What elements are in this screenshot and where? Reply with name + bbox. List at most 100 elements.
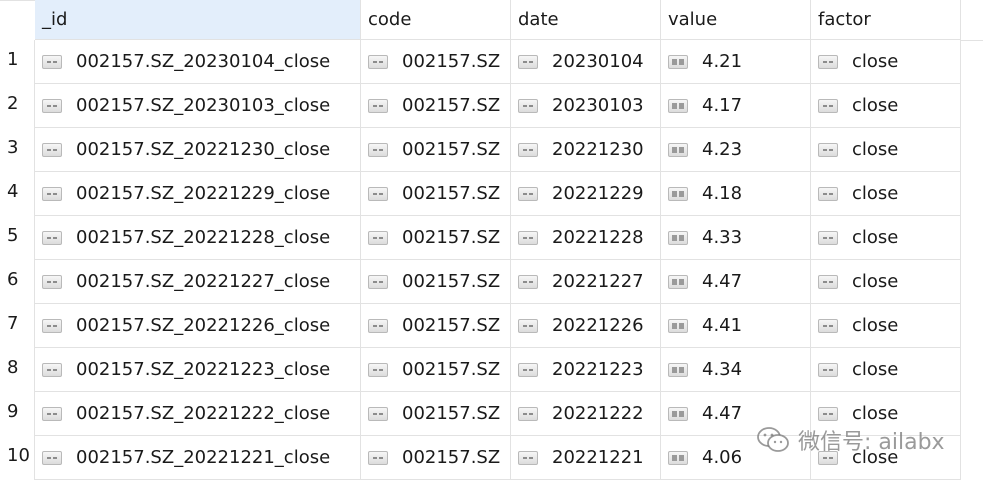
- cell-factor[interactable]: close: [811, 304, 961, 348]
- cell-text: 20221221: [552, 447, 644, 468]
- string-field-icon: [518, 362, 538, 377]
- cell-code[interactable]: 002157.SZ: [361, 260, 511, 304]
- cell-date[interactable]: 20221227: [511, 260, 661, 304]
- cell-value[interactable]: 4.23: [661, 128, 811, 172]
- row-number[interactable]: 10: [0, 436, 35, 480]
- cell-code[interactable]: 002157.SZ: [361, 84, 511, 128]
- cell-text: 20230104: [552, 51, 644, 72]
- cell-text: 002157.SZ_20221227_close: [76, 271, 331, 292]
- cell-code[interactable]: 002157.SZ: [361, 128, 511, 172]
- string-field-icon: [818, 54, 838, 69]
- row-number[interactable]: 7: [0, 304, 35, 348]
- cell-date[interactable]: 20221221: [511, 436, 661, 480]
- cell-text: 002157.SZ_20221223_close: [76, 359, 331, 380]
- cell-value[interactable]: 4.47: [661, 260, 811, 304]
- column-header-date[interactable]: date: [511, 0, 661, 40]
- cell-text: 002157.SZ: [402, 403, 501, 424]
- cell-text: close: [852, 271, 899, 292]
- cell-code[interactable]: 002157.SZ: [361, 304, 511, 348]
- cell-code[interactable]: 002157.SZ: [361, 216, 511, 260]
- cell-value[interactable]: 4.18: [661, 172, 811, 216]
- cell-id[interactable]: 002157.SZ_20221229_close: [35, 172, 361, 216]
- cell-text: 4.17: [702, 95, 743, 116]
- cell-text: 4.47: [702, 403, 743, 424]
- cell-date[interactable]: 20221226: [511, 304, 661, 348]
- row-number[interactable]: 1: [0, 40, 35, 84]
- cell-factor[interactable]: close: [811, 84, 961, 128]
- cell-date[interactable]: 20230104: [511, 40, 661, 84]
- cell-value[interactable]: 4.17: [661, 84, 811, 128]
- vertical-scrollbar[interactable]: [960, 0, 983, 41]
- string-field-icon: [818, 274, 838, 289]
- cell-id[interactable]: 002157.SZ_20221228_close: [35, 216, 361, 260]
- string-field-icon: [42, 362, 62, 377]
- string-field-icon: [368, 98, 388, 113]
- cell-date[interactable]: 20230103: [511, 84, 661, 128]
- cell-id[interactable]: 002157.SZ_20221226_close: [35, 304, 361, 348]
- cell-code[interactable]: 002157.SZ: [361, 348, 511, 392]
- cell-text: close: [852, 227, 899, 248]
- cell-id[interactable]: 002157.SZ_20221223_close: [35, 348, 361, 392]
- cell-text: 20221228: [552, 227, 644, 248]
- number-field-icon: [668, 54, 688, 69]
- cell-factor[interactable]: close: [811, 40, 961, 84]
- cell-id[interactable]: 002157.SZ_20230103_close: [35, 84, 361, 128]
- string-field-icon: [368, 186, 388, 201]
- cell-id[interactable]: 002157.SZ_20221222_close: [35, 392, 361, 436]
- string-field-icon: [368, 406, 388, 421]
- cell-value[interactable]: 4.33: [661, 216, 811, 260]
- cell-text: 002157.SZ: [402, 139, 501, 160]
- cell-code[interactable]: 002157.SZ: [361, 392, 511, 436]
- row-number[interactable]: 3: [0, 128, 35, 172]
- cell-text: 002157.SZ: [402, 447, 501, 468]
- row-number[interactable]: 4: [0, 172, 35, 216]
- cell-text: 002157.SZ: [402, 271, 501, 292]
- cell-text: 4.41: [702, 315, 743, 336]
- column-header-factor[interactable]: factor: [811, 0, 961, 40]
- cell-factor[interactable]: close: [811, 348, 961, 392]
- cell-id[interactable]: 002157.SZ_20221230_close: [35, 128, 361, 172]
- cell-date[interactable]: 20221228: [511, 216, 661, 260]
- cell-factor[interactable]: close: [811, 172, 961, 216]
- string-field-icon: [42, 98, 62, 113]
- string-field-icon: [368, 318, 388, 333]
- column-header-label: date: [518, 9, 559, 30]
- watermark: 微信号: ailabx: [756, 424, 945, 456]
- cell-factor[interactable]: close: [811, 260, 961, 304]
- cell-code[interactable]: 002157.SZ: [361, 436, 511, 480]
- cell-id[interactable]: 002157.SZ_20221227_close: [35, 260, 361, 304]
- row-number[interactable]: 5: [0, 216, 35, 260]
- row-number[interactable]: 9: [0, 392, 35, 436]
- cell-code[interactable]: 002157.SZ: [361, 172, 511, 216]
- cell-text: 002157.SZ_20221226_close: [76, 315, 331, 336]
- data-grid: _id code date value factor 1 002157.SZ_2…: [0, 0, 983, 482]
- cell-text: close: [852, 139, 899, 160]
- column-header-value[interactable]: value: [661, 0, 811, 40]
- string-field-icon: [42, 142, 62, 157]
- cell-id[interactable]: 002157.SZ_20230104_close: [35, 40, 361, 84]
- column-header-id[interactable]: _id: [35, 0, 361, 40]
- cell-text: 002157.SZ_20221222_close: [76, 403, 331, 424]
- cell-date[interactable]: 20221229: [511, 172, 661, 216]
- cell-factor[interactable]: close: [811, 216, 961, 260]
- cell-code[interactable]: 002157.SZ: [361, 40, 511, 84]
- cell-factor[interactable]: close: [811, 128, 961, 172]
- cell-date[interactable]: 20221223: [511, 348, 661, 392]
- cell-value[interactable]: 4.21: [661, 40, 811, 84]
- number-field-icon: [668, 450, 688, 465]
- row-number[interactable]: 6: [0, 260, 35, 304]
- cell-value[interactable]: 4.41: [661, 304, 811, 348]
- cell-date[interactable]: 20221230: [511, 128, 661, 172]
- string-field-icon: [518, 406, 538, 421]
- cell-id[interactable]: 002157.SZ_20221221_close: [35, 436, 361, 480]
- row-number[interactable]: 8: [0, 348, 35, 392]
- cell-text: 4.21: [702, 51, 743, 72]
- cell-text: 4.23: [702, 139, 743, 160]
- row-number[interactable]: 2: [0, 84, 35, 128]
- number-field-icon: [668, 142, 688, 157]
- string-field-icon: [818, 186, 838, 201]
- column-header-code[interactable]: code: [361, 0, 511, 40]
- cell-value[interactable]: 4.34: [661, 348, 811, 392]
- cell-date[interactable]: 20221222: [511, 392, 661, 436]
- column-header-label: _id: [42, 9, 68, 30]
